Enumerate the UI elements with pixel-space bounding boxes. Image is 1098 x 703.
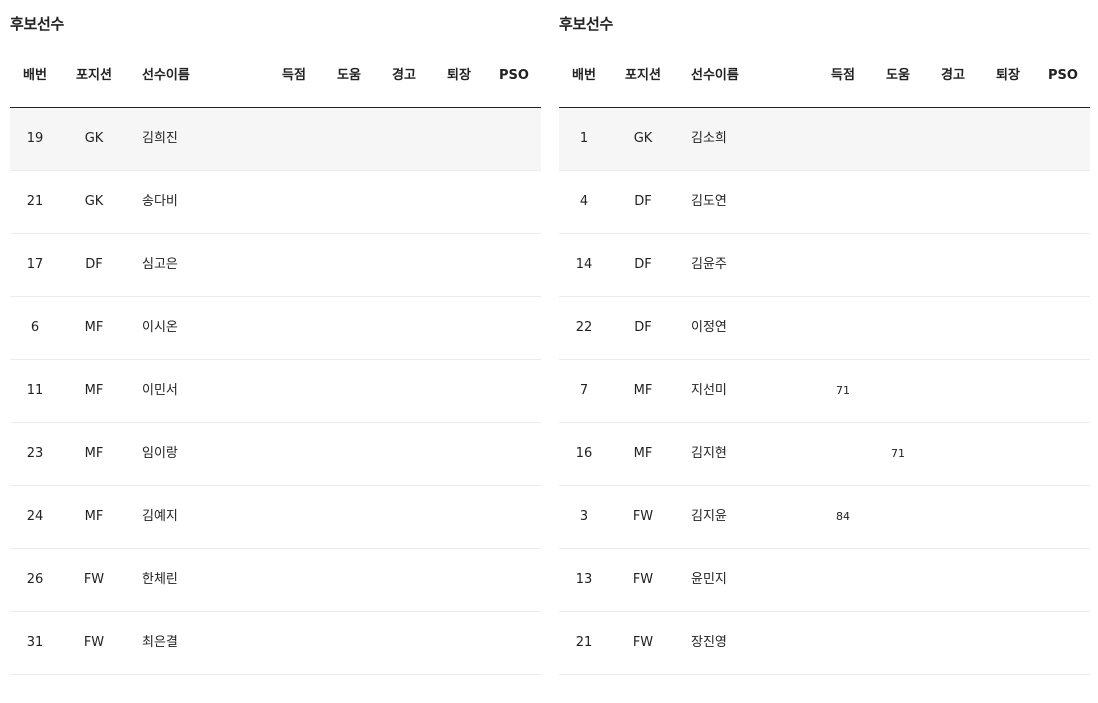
table-row[interactable]: 21 GK 송다비 xyxy=(10,171,541,234)
player-number: 26 xyxy=(26,572,44,587)
header-position: 포지션 xyxy=(76,68,112,83)
header-pso: PSO xyxy=(1048,68,1078,83)
header-name: 선수이름 xyxy=(691,68,739,83)
player-position: MF xyxy=(633,446,653,461)
table-row[interactable]: 3 FW 김지윤 84 xyxy=(559,486,1090,549)
table-row[interactable]: 14 DF 김윤주 xyxy=(559,234,1090,297)
table-body: 1 GK 김소희 4 DF 김도연 14 DF 김윤주 22 DF 이정연 7 xyxy=(559,108,1090,675)
table-row[interactable]: 6 MF 이시온 xyxy=(10,297,541,360)
header-number: 배번 xyxy=(23,68,47,83)
header-assists: 도움 xyxy=(337,68,361,83)
header-sentoff: 퇴장 xyxy=(447,68,471,83)
player-position: MF xyxy=(633,383,653,398)
player-number: 17 xyxy=(26,257,44,272)
player-name: 이시온 xyxy=(142,320,178,335)
header-warnings: 경고 xyxy=(392,68,416,83)
player-name: 임이랑 xyxy=(142,446,178,461)
player-position: FW xyxy=(83,635,105,650)
player-position: GK xyxy=(84,194,104,209)
player-number: 11 xyxy=(26,383,44,398)
table-row[interactable]: 22 DF 이정연 xyxy=(559,297,1090,360)
table-header: 배번 포지션 선수이름 득점 도움 경고 퇴장 PSO xyxy=(559,44,1090,108)
player-position: MF xyxy=(84,446,104,461)
table-row[interactable]: 16 MF 김지현 71 xyxy=(559,423,1090,486)
player-number: 16 xyxy=(575,446,593,461)
player-number: 7 xyxy=(579,383,589,398)
player-number: 1 xyxy=(579,131,589,146)
player-name: 김희진 xyxy=(142,131,178,146)
table-row[interactable]: 23 MF 임이랑 xyxy=(10,423,541,486)
panel-title: 후보선수 xyxy=(10,15,65,33)
player-number: 21 xyxy=(26,194,44,209)
player-name: 김소희 xyxy=(691,131,727,146)
player-number: 6 xyxy=(30,320,40,335)
table-row[interactable]: 19 GK 김희진 xyxy=(10,108,541,171)
table-row[interactable]: 11 MF 이민서 xyxy=(10,360,541,423)
table-row[interactable]: 31 FW 최은결 xyxy=(10,612,541,675)
player-number: 24 xyxy=(26,509,44,524)
player-name: 최은결 xyxy=(142,635,178,650)
table-row[interactable]: 13 FW 윤민지 xyxy=(559,549,1090,612)
table-row[interactable]: 7 MF 지선미 71 xyxy=(559,360,1090,423)
player-name: 장진영 xyxy=(691,635,727,650)
player-name: 지선미 xyxy=(691,383,727,398)
player-position: DF xyxy=(85,257,103,272)
player-name: 한체린 xyxy=(142,572,178,587)
player-name: 윤민지 xyxy=(691,572,727,587)
player-name: 심고은 xyxy=(142,257,178,272)
table-row[interactable]: 21 FW 장진영 xyxy=(559,612,1090,675)
player-position: FW xyxy=(83,572,105,587)
player-number: 3 xyxy=(579,509,589,524)
player-position: DF xyxy=(634,320,652,335)
header-goals: 득점 xyxy=(282,68,306,83)
player-name: 이정연 xyxy=(691,320,727,335)
player-number: 19 xyxy=(26,131,44,146)
player-number: 13 xyxy=(575,572,593,587)
table-body: 19 GK 김희진 21 GK 송다비 17 DF 심고은 6 MF 이시온 1… xyxy=(10,108,541,675)
player-name: 이민서 xyxy=(142,383,178,398)
player-position: MF xyxy=(84,509,104,524)
substitutes-table: 배번 포지션 선수이름 득점 도움 경고 퇴장 PSO 1 GK 김소희 4 D… xyxy=(559,44,1090,675)
header-assists: 도움 xyxy=(886,68,910,83)
player-goals: 84 xyxy=(836,510,850,523)
player-position: MF xyxy=(84,383,104,398)
header-goals: 득점 xyxy=(831,68,855,83)
substitutes-table: 배번 포지션 선수이름 득점 도움 경고 퇴장 PSO 19 GK 김희진 21… xyxy=(10,44,541,675)
player-number: 22 xyxy=(575,320,593,335)
player-number: 31 xyxy=(26,635,44,650)
player-position: GK xyxy=(84,131,104,146)
table-row[interactable]: 1 GK 김소희 xyxy=(559,108,1090,171)
table-row[interactable]: 4 DF 김도연 xyxy=(559,171,1090,234)
player-name: 김지윤 xyxy=(691,509,727,524)
player-position: MF xyxy=(84,320,104,335)
player-position: FW xyxy=(632,572,654,587)
player-position: FW xyxy=(632,635,654,650)
header-name: 선수이름 xyxy=(142,68,190,83)
player-assists: 71 xyxy=(891,447,905,460)
player-number: 4 xyxy=(579,194,589,209)
header-sentoff: 퇴장 xyxy=(996,68,1020,83)
player-number: 23 xyxy=(26,446,44,461)
player-position: DF xyxy=(634,257,652,272)
header-warnings: 경고 xyxy=(941,68,965,83)
table-header: 배번 포지션 선수이름 득점 도움 경고 퇴장 PSO xyxy=(10,44,541,108)
player-number: 14 xyxy=(575,257,593,272)
table-row[interactable]: 24 MF 김예지 xyxy=(10,486,541,549)
player-position: FW xyxy=(632,509,654,524)
player-name: 김예지 xyxy=(142,509,178,524)
table-row[interactable]: 17 DF 심고은 xyxy=(10,234,541,297)
player-name: 김윤주 xyxy=(691,257,727,272)
player-goals: 71 xyxy=(836,384,850,397)
panel-title: 후보선수 xyxy=(559,15,614,33)
header-position: 포지션 xyxy=(625,68,661,83)
header-pso: PSO xyxy=(499,68,529,83)
header-number: 배번 xyxy=(572,68,596,83)
player-position: DF xyxy=(634,194,652,209)
player-position: GK xyxy=(633,131,653,146)
player-name: 송다비 xyxy=(142,194,178,209)
table-row[interactable]: 26 FW 한체린 xyxy=(10,549,541,612)
player-name: 김도연 xyxy=(691,194,727,209)
player-number: 21 xyxy=(575,635,593,650)
player-name: 김지현 xyxy=(691,446,727,461)
